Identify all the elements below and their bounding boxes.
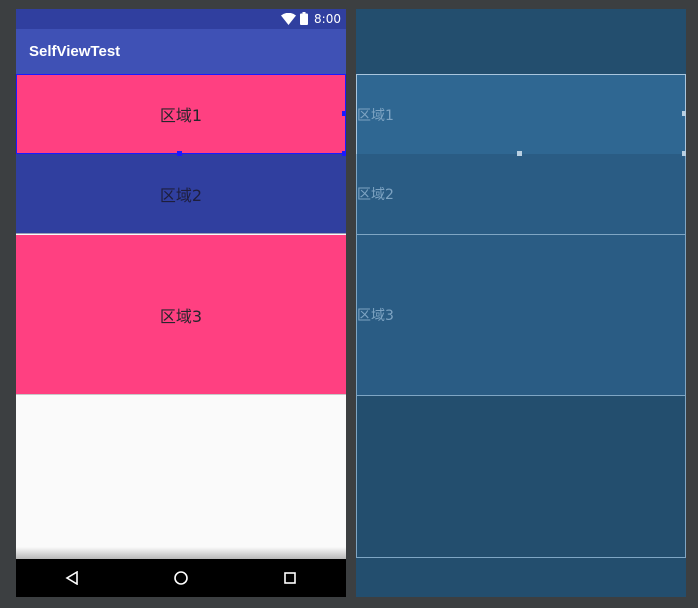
blueprint-region-2[interactable]: 区域2 [356, 154, 686, 235]
blueprint-region-3[interactable]: 区域3 [356, 234, 686, 396]
blueprint-preview: 区域1 区域2 区域3 [356, 9, 686, 597]
blueprint-region-2-label: 区域2 [357, 187, 394, 203]
blueprint-handle-corner[interactable] [682, 151, 686, 156]
back-icon[interactable] [63, 569, 81, 587]
app-bar: SelfViewTest [16, 29, 346, 74]
home-icon[interactable] [172, 569, 190, 587]
blueprint-handle-right[interactable] [682, 111, 686, 116]
region-2[interactable]: 区域2 [16, 154, 346, 234]
resize-handle-bottom[interactable] [177, 151, 182, 156]
nav-shadow [16, 547, 346, 559]
app-title: SelfViewTest [29, 43, 121, 60]
battery-icon [300, 10, 309, 29]
blueprint-empty-area [356, 395, 686, 558]
region-2-label: 区域2 [159, 185, 203, 205]
recents-icon[interactable] [281, 569, 299, 587]
blueprint-region-1-label: 区域1 [357, 108, 394, 124]
region-3-label: 区域3 [159, 306, 203, 326]
region-1[interactable]: 区域1 [16, 74, 346, 154]
blueprint-region-1[interactable]: 区域1 [356, 74, 686, 155]
resize-handle-corner[interactable] [342, 151, 346, 156]
region-1-label: 区域1 [159, 106, 203, 125]
status-icons: 8:00 [281, 11, 341, 27]
region-3[interactable]: 区域3 [16, 235, 346, 395]
wifi-icon [281, 10, 297, 29]
resize-handle-right[interactable] [342, 111, 346, 116]
blueprint-region-3-label: 区域3 [357, 308, 394, 324]
blueprint-handle-bottom[interactable] [517, 151, 522, 156]
design-preview: 8:00 SelfViewTest 区域1 区域2 区域3 [16, 9, 346, 597]
status-time: 8:00 [314, 12, 341, 26]
navigation-bar [16, 559, 346, 597]
empty-area [16, 395, 346, 559]
status-bar: 8:00 [16, 9, 346, 29]
